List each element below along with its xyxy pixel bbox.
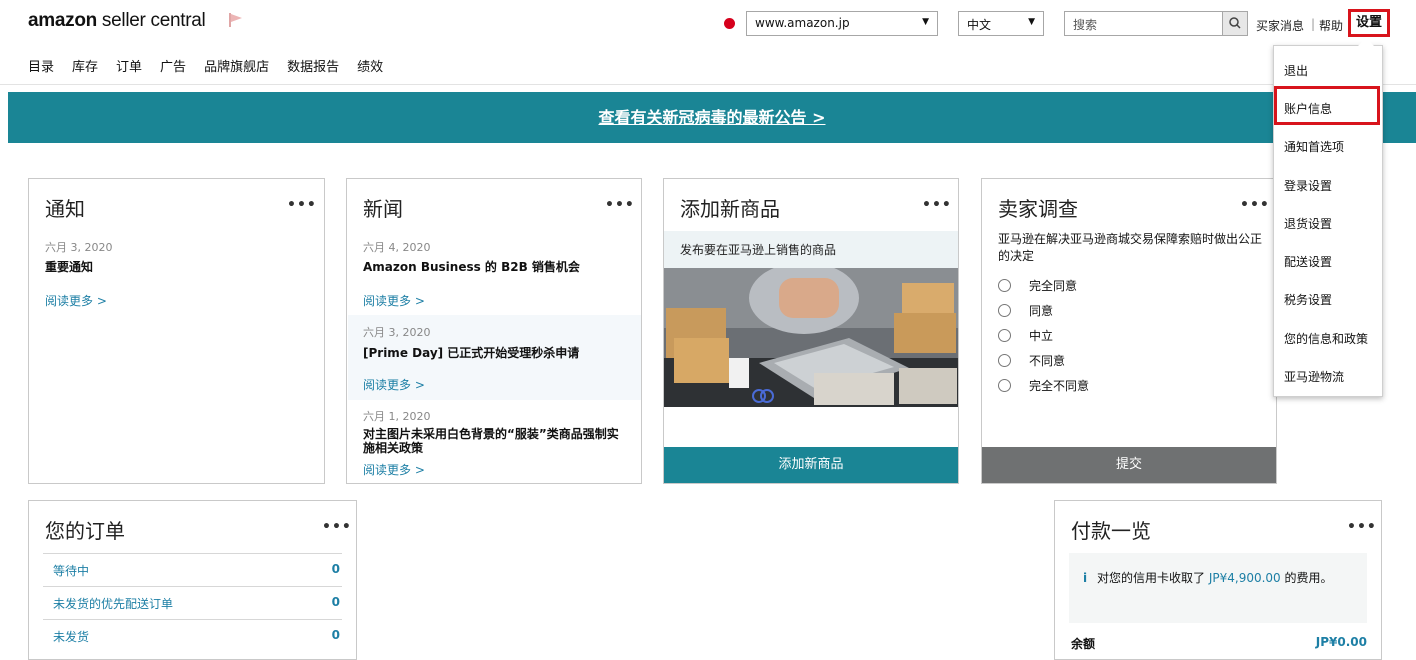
radio-button[interactable] — [998, 379, 1011, 392]
survey-question: 亚马逊在解决亚马逊商城交易保障索赔时做出公正的决定 — [998, 232, 1263, 263]
news-date: 六月 1, 2020 — [363, 410, 431, 423]
settings-dropdown-menu: 退出 账户信息 通知首选项 登录设置 退货设置 配送设置 税务设置 您的信息和政… — [1273, 45, 1383, 397]
news-date: 六月 3, 2020 — [363, 326, 431, 339]
japan-flag-icon — [724, 18, 735, 29]
covid-announcement-banner[interactable]: 查看有关新冠病毒的最新公告 > — [8, 92, 1416, 143]
amazon-seller-central-logo[interactable]: amazon seller central — [28, 10, 206, 32]
divider: | — [1311, 17, 1316, 31]
add-product-subtitle: 发布要在亚马逊上销售的商品 — [680, 243, 837, 257]
order-row-count[interactable]: 0 — [332, 562, 340, 576]
nav-performance[interactable]: 绩效 — [357, 56, 383, 78]
help-link[interactable]: 帮助 — [1319, 17, 1343, 34]
more-options-icon[interactable]: ••• — [1240, 197, 1270, 213]
menu-item-fba[interactable]: 亚马逊物流 — [1284, 368, 1344, 385]
survey-option[interactable]: 同意 — [998, 302, 1053, 319]
search-button[interactable] — [1222, 12, 1247, 35]
survey-option[interactable]: 中立 — [998, 327, 1053, 344]
more-options-icon[interactable]: ••• — [605, 197, 635, 213]
info-icon: i — [1083, 571, 1088, 585]
menu-item-logout[interactable]: 退出 — [1284, 62, 1308, 79]
order-row-label[interactable]: 等待中 — [53, 562, 89, 579]
card-title: 通知 — [45, 197, 85, 221]
nav-orders[interactable]: 订单 — [116, 56, 142, 78]
order-row-count[interactable]: 0 — [332, 595, 340, 609]
marketplace-select[interactable]: www.amazon.jp ▼ — [746, 11, 938, 36]
flag-icon[interactable] — [228, 12, 244, 28]
read-more-link[interactable]: 阅读更多 > — [45, 292, 107, 309]
notice-headline[interactable]: 重要通知 — [45, 258, 93, 275]
read-more-link[interactable]: 阅读更多 > — [363, 376, 425, 393]
nav-stores[interactable]: 品牌旗舰店 — [204, 56, 269, 78]
menu-item-notification-preferences[interactable]: 通知首选项 — [1284, 138, 1344, 155]
balance-value[interactable]: JP¥0.00 — [1316, 635, 1367, 649]
news-headline[interactable]: 对主图片未采用白色背景的“服装”类商品强制实施相关政策 — [363, 427, 623, 455]
payment-summary-card: 付款一览 ••• i 对您的信用卡收取了 JP¥4,900.00 的费用。 余额… — [1054, 500, 1382, 660]
radio-button[interactable] — [998, 329, 1011, 342]
more-options-icon[interactable]: ••• — [1347, 519, 1377, 535]
notifications-card: 通知 ••• 六月 3, 2020 重要通知 阅读更多 > — [28, 178, 325, 484]
more-options-icon[interactable]: ••• — [922, 197, 952, 213]
card-title: 添加新商品 — [680, 197, 780, 221]
more-options-icon[interactable]: ••• — [287, 197, 317, 213]
order-row-label[interactable]: 未发货的优先配送订单 — [53, 595, 173, 612]
more-options-icon[interactable]: ••• — [322, 519, 352, 535]
your-orders-card: 您的订单 ••• 等待中 0 未发货的优先配送订单 0 未发货 0 — [28, 500, 357, 660]
search-input[interactable]: 搜索 — [1064, 11, 1248, 36]
order-row[interactable]: 未发货的优先配送订单 0 — [43, 586, 342, 619]
survey-option[interactable]: 不同意 — [998, 352, 1065, 369]
dropdown-arrow-icon: ▼ — [1028, 17, 1035, 27]
news-card: 新闻 ••• 六月 4, 2020 Amazon Business 的 B2B … — [346, 178, 642, 484]
add-product-card: 添加新商品 ••• 发布要在亚马逊上销售的商品 添加新商品 — [663, 178, 959, 484]
balance-label: 余额 — [1071, 637, 1096, 651]
dropdown-caret — [1358, 38, 1374, 46]
survey-option[interactable]: 完全不同意 — [998, 377, 1089, 394]
menu-item-shipping-settings[interactable]: 配送设置 — [1284, 253, 1332, 270]
read-more-link[interactable]: 阅读更多 > — [363, 292, 425, 309]
menu-item-tax-settings[interactable]: 税务设置 — [1284, 291, 1332, 308]
seller-survey-card: 卖家调查 ••• 亚马逊在解决亚马逊商城交易保障索赔时做出公正的决定 完全同意 … — [981, 178, 1277, 484]
survey-option[interactable]: 完全同意 — [998, 277, 1077, 294]
payment-info-text: 对您的信用卡收取了 JP¥4,900.00 的费用。 — [1097, 571, 1333, 585]
charge-amount[interactable]: JP¥4,900.00 — [1209, 571, 1281, 585]
radio-button[interactable] — [998, 279, 1011, 292]
radio-button[interactable] — [998, 304, 1011, 317]
news-date: 六月 4, 2020 — [363, 241, 431, 254]
card-title: 您的订单 — [45, 519, 125, 543]
settings-button[interactable]: 设置 — [1348, 9, 1390, 37]
nav-catalog[interactable]: 目录 — [28, 56, 54, 78]
menu-item-account-info[interactable]: 账户信息 — [1284, 100, 1332, 117]
card-title: 付款一览 — [1071, 519, 1151, 543]
submit-button[interactable]: 提交 — [982, 447, 1276, 483]
radio-button[interactable] — [998, 354, 1011, 367]
language-select[interactable]: 中文 ▼ — [958, 11, 1044, 36]
order-row-count[interactable]: 0 — [332, 628, 340, 642]
dropdown-arrow-icon: ▼ — [922, 17, 929, 27]
nav-divider — [0, 84, 1416, 85]
seller-laptop-photo — [664, 268, 958, 407]
payment-info-box: i 对您的信用卡收取了 JP¥4,900.00 的费用。 — [1069, 553, 1367, 623]
read-more-link[interactable]: 阅读更多 > — [363, 461, 425, 478]
menu-item-login-settings[interactable]: 登录设置 — [1284, 177, 1332, 194]
order-row[interactable]: 未发货 0 — [43, 619, 342, 652]
menu-item-info-and-policies[interactable]: 您的信息和政策 — [1284, 330, 1368, 347]
nav-advertising[interactable]: 广告 — [160, 56, 186, 78]
order-row-label[interactable]: 未发货 — [53, 628, 89, 645]
main-nav: 目录 库存 订单 广告 品牌旗舰店 数据报告 绩效 — [28, 56, 401, 78]
menu-item-return-settings[interactable]: 退货设置 — [1284, 215, 1332, 232]
search-icon — [1229, 17, 1241, 29]
card-title: 卖家调查 — [998, 197, 1078, 221]
nav-reports[interactable]: 数据报告 — [287, 56, 339, 78]
buyer-messages-link[interactable]: 买家消息 — [1256, 17, 1304, 34]
order-row[interactable]: 等待中 0 — [43, 553, 342, 586]
news-headline[interactable]: [Prime Day] 已正式开始受理秒杀申请 — [363, 344, 579, 361]
card-title: 新闻 — [363, 197, 403, 221]
notice-date: 六月 3, 2020 — [45, 241, 113, 254]
add-product-button[interactable]: 添加新商品 — [664, 447, 958, 483]
nav-inventory[interactable]: 库存 — [72, 56, 98, 78]
news-headline[interactable]: Amazon Business 的 B2B 销售机会 — [363, 258, 580, 275]
